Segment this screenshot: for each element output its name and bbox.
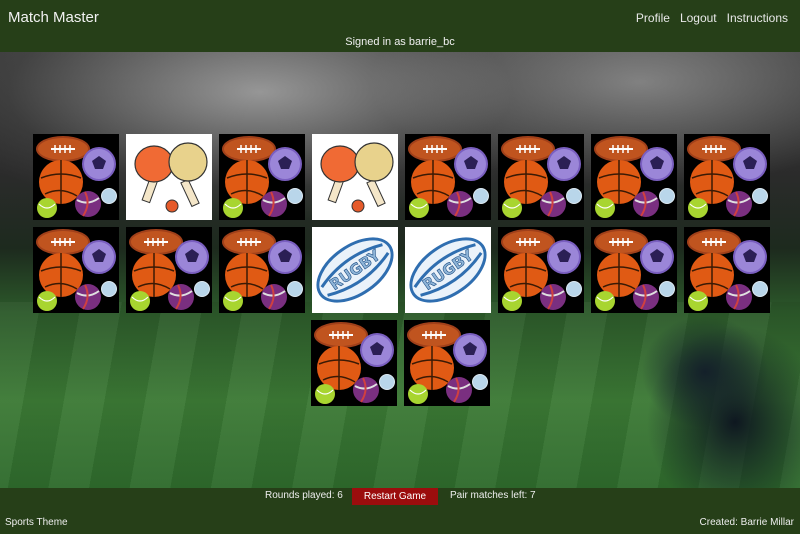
rounds-played: Rounds played: 6 — [265, 490, 343, 501]
card-rugby-ball[interactable]: RUGBY — [312, 227, 398, 313]
game-board-area: RUGBY RUGBY — [0, 52, 800, 488]
card-ping-pong[interactable] — [126, 134, 212, 220]
nav-profile-link[interactable]: Profile — [636, 11, 670, 25]
app-brand[interactable]: Match Master — [8, 9, 99, 26]
card-face-down[interactable] — [498, 134, 584, 220]
signed-in-text: Signed in as barrie_bc — [345, 36, 455, 48]
card-face-down[interactable] — [405, 134, 491, 220]
card-face-down[interactable] — [684, 134, 770, 220]
card-face-down[interactable] — [33, 134, 119, 220]
nav-logout-link[interactable]: Logout — [680, 11, 717, 25]
credit-label: Created: Barrie Millar — [699, 517, 794, 528]
card-face-down[interactable] — [219, 227, 305, 313]
restart-game-button[interactable]: Restart Game — [352, 488, 438, 505]
status-bar: Rounds played: 6 Restart Game Pair match… — [0, 488, 800, 506]
pairs-left: Pair matches left: 7 — [450, 490, 536, 501]
theme-label: Sports Theme — [5, 517, 68, 528]
card-face-down[interactable] — [591, 227, 677, 313]
card-face-down[interactable] — [684, 227, 770, 313]
card-face-down[interactable] — [33, 227, 119, 313]
card-rugby-ball[interactable]: RUGBY — [405, 227, 491, 313]
card-face-down[interactable] — [126, 227, 212, 313]
nav-instructions-link[interactable]: Instructions — [727, 11, 788, 25]
card-face-down[interactable] — [404, 320, 490, 406]
top-navbar: Match Master Profile Logout Instructions… — [0, 0, 800, 52]
card-face-down[interactable] — [498, 227, 584, 313]
card-face-down[interactable] — [219, 134, 305, 220]
card-ping-pong[interactable] — [312, 134, 398, 220]
card-face-down[interactable] — [311, 320, 397, 406]
card-face-down[interactable] — [591, 134, 677, 220]
nav-links: Profile Logout Instructions — [636, 11, 788, 25]
footer: Sports Theme Created: Barrie Millar — [0, 506, 800, 534]
